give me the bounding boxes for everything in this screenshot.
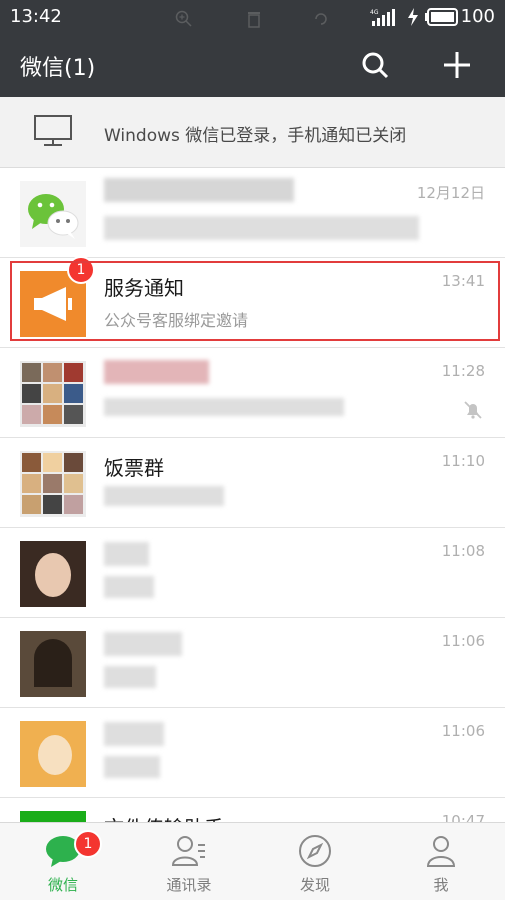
group-avatar [20,451,86,517]
chat-row[interactable]: 11:06 [0,708,505,798]
tab-label: 发现 [299,876,330,894]
redacted-name [104,632,182,656]
muted-icon [464,401,482,419]
trash-icon [248,12,260,28]
redacted-name [104,722,164,746]
chat-time: 12月12日 [416,184,485,202]
svg-text:4G: 4G [370,9,379,16]
compass-icon [299,835,331,867]
chat-row[interactable]: 11:08 [0,528,505,618]
chat-time: 11:06 [441,722,485,740]
chat-name: 饭票群 [104,456,164,480]
chat-time: 11:06 [441,632,485,650]
chat-time: 11:10 [441,452,485,470]
chat-row-fanpiao-group[interactable]: 饭票群 11:10 [0,438,505,528]
chat-row[interactable]: 11:06 [0,618,505,708]
unread-badge: 1 [74,830,102,858]
banner-text: Windows 微信已登录，手机通知已关闭 [104,126,407,146]
redacted-preview [104,756,160,778]
bottom-tab-bar: 1 微信 通讯录 发现 我 [0,822,505,900]
app-header: 微信(1) [0,34,505,97]
redacted-preview [104,398,344,416]
battery-level: 100 [460,6,495,27]
avatar [20,541,86,607]
chat-row[interactable]: 11:28 [0,348,505,438]
tab-label: 微信 [47,876,78,894]
chat-row[interactable]: 12月12日 [0,168,505,258]
person-icon [426,836,456,867]
desktop-login-banner[interactable]: Windows 微信已登录，手机通知已关闭 [0,97,505,168]
contacts-icon [171,836,205,866]
rotate-icon [315,13,327,25]
charging-icon [408,8,418,26]
group-avatar [20,361,86,427]
avatar [20,181,86,247]
tab-me[interactable]: 我 [378,823,504,900]
signal-icon: 4G [370,9,395,26]
tab-discover[interactable]: 发现 [252,823,378,900]
status-bar: 13:42 4G 100 [0,0,505,34]
page-title: 微信(1) [20,56,96,81]
wechat-logo-icon [28,194,79,239]
tab-label: 通讯录 [166,876,212,894]
redacted-name [104,542,149,566]
search-icon[interactable] [358,48,392,82]
redacted-preview [104,216,419,240]
highlight-frame [10,261,500,341]
chat-time: 11:28 [441,362,485,380]
tab-chats[interactable]: 1 微信 [0,823,126,900]
zoom-in-icon [175,10,192,27]
avatar [20,721,86,787]
redacted-name [104,178,294,202]
status-time: 13:42 [10,6,62,27]
redacted-preview [104,576,154,598]
redacted-preview [104,666,156,688]
add-icon[interactable] [440,48,474,82]
redacted-preview [104,486,224,506]
redacted-name [104,360,209,384]
tab-contacts[interactable]: 通讯录 [126,823,252,900]
chat-time: 11:08 [441,542,485,560]
avatar [20,631,86,697]
tab-label: 我 [433,876,449,894]
monitor-icon [34,115,72,146]
battery-icon [425,8,458,26]
